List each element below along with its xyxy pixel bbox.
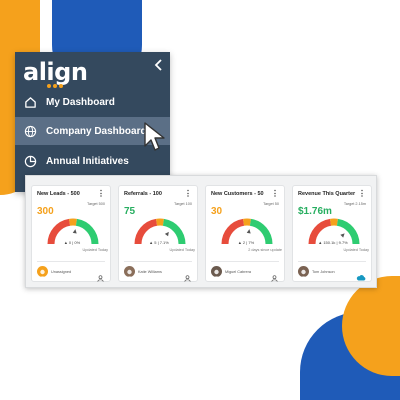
avatar[interactable] <box>37 266 48 277</box>
kpi-card-title: Revenue This Quarter <box>298 191 356 197</box>
kpi-card-updated: Updated Today <box>343 248 369 252</box>
user-icon[interactable] <box>271 269 278 282</box>
kpi-card-owner: Miguel Cabrera <box>225 270 251 274</box>
salesforce-cloud-icon[interactable] <box>356 268 366 281</box>
kpi-dashboard-panel: New Leads - 500 ⋮ Target 500 300 ▲ 0 | 0% Upd… <box>25 175 377 288</box>
kpi-card-updated: 2 days since update <box>248 248 282 252</box>
kpi-card-target: Target 500 <box>87 202 105 206</box>
kpi-card-title: New Customers - 50 <box>211 191 264 197</box>
kpi-card[interactable]: Revenue This Quarter ⋮ Target 2.15m $1.76m ▲… <box>292 185 372 282</box>
more-options-icon[interactable]: ⋮ <box>271 189 279 198</box>
align-logo[interactable]: align <box>23 58 88 86</box>
kpi-card[interactable]: Referrals - 100 ⋮ Target 100 75 ▲ 5 | 7.1% Up… <box>118 185 198 282</box>
sidebar-item-label: Company Dashboard <box>46 125 147 137</box>
chevron-left-icon[interactable] <box>154 58 164 74</box>
screenshot-stage: align My Dashboard Company Dashboard Ann… <box>0 0 400 400</box>
card-divider <box>298 261 366 262</box>
card-divider <box>124 261 192 262</box>
kpi-card-owner: Tom Johnson <box>312 270 335 274</box>
kpi-card-change: ▲ 0 | 0% <box>63 240 81 245</box>
avatar[interactable] <box>298 266 309 277</box>
gauge-needle <box>72 229 77 234</box>
kpi-card-change: ▲ 2 | 7% <box>237 240 255 245</box>
kpi-card-title: New Leads - 500 <box>37 191 80 197</box>
kpi-card-target: Target 100 <box>174 202 192 206</box>
kpi-card-change: ▲ 5 | 7.1% <box>149 240 169 245</box>
kpi-card-updated: Updated Today <box>82 248 108 252</box>
kpi-card-title: Referrals - 100 <box>124 191 162 197</box>
globe-icon <box>23 124 37 138</box>
kpi-card[interactable]: New Leads - 500 ⋮ Target 500 300 ▲ 0 | 0% Upd… <box>31 185 111 282</box>
avatar[interactable] <box>211 266 222 277</box>
mouse-pointer-icon <box>144 122 165 151</box>
kpi-card-updated: Updated Today <box>169 248 195 252</box>
gauge-needle <box>246 229 251 234</box>
sidebar-item-label: My Dashboard <box>46 96 115 108</box>
kpi-card-target: Target 2.15m <box>343 202 366 206</box>
home-icon <box>23 95 37 109</box>
user-icon[interactable] <box>184 269 191 282</box>
kpi-card-change: ▲ 150.1k | 9.7% <box>318 240 348 245</box>
sidebar-item-my-dashboard[interactable]: My Dashboard <box>15 88 170 116</box>
card-divider <box>211 261 279 262</box>
sidebar-item-label: Annual Initiatives <box>46 155 129 167</box>
more-options-icon[interactable]: ⋮ <box>97 189 105 198</box>
kpi-card-owner: Unassigned <box>51 270 72 274</box>
gauge-needle <box>340 233 345 238</box>
user-icon[interactable] <box>97 269 104 282</box>
more-options-icon[interactable]: ⋮ <box>184 189 192 198</box>
kpi-card-target: Target 50 <box>263 202 279 206</box>
pie-chart-icon <box>23 154 37 168</box>
gauge-needle <box>164 231 169 237</box>
kpi-card-owner: Katie Williams <box>138 270 162 274</box>
more-options-icon[interactable]: ⋮ <box>358 189 366 198</box>
card-divider <box>37 261 105 262</box>
kpi-card[interactable]: New Customers - 50 ⋮ Target 50 30 ▲ 2 | 7% 2 … <box>205 185 285 282</box>
avatar[interactable] <box>124 266 135 277</box>
